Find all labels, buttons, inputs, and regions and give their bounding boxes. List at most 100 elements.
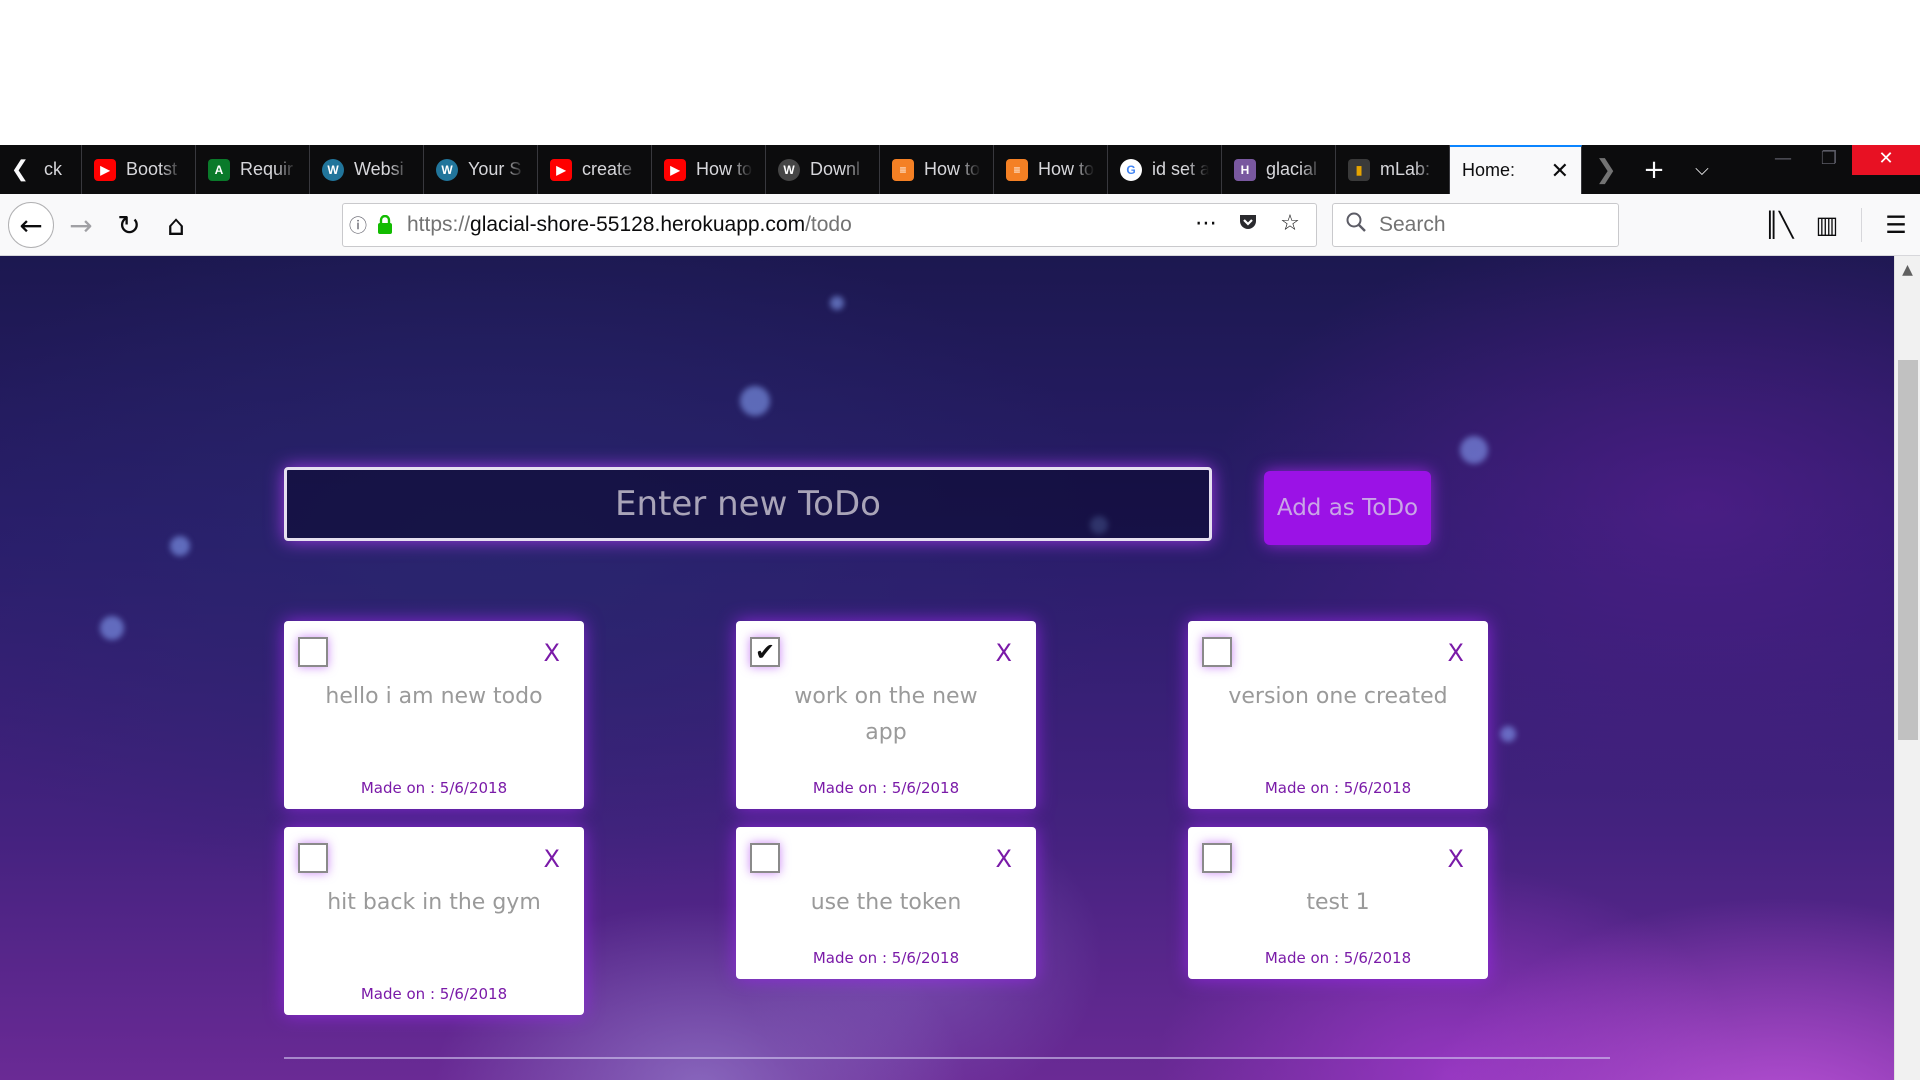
background-star xyxy=(1460,436,1488,464)
tab-9[interactable]: ≡ How to xyxy=(994,145,1108,194)
tab-3[interactable]: W Websi xyxy=(310,145,424,194)
todo-card: X test 1 Made on : 5/6/2018 xyxy=(1188,827,1488,979)
home-button[interactable]: ⌂ xyxy=(155,204,197,246)
tab-label: Websi xyxy=(354,159,404,179)
library-icon[interactable]: ║╲ xyxy=(1755,211,1803,239)
heroku-icon: H xyxy=(1234,158,1256,181)
tab-12[interactable]: ▮ mLab: xyxy=(1336,145,1450,194)
todo-checkbox[interactable]: ✔ xyxy=(750,637,780,667)
tab-label: Downl xyxy=(810,159,861,179)
delete-todo-button[interactable]: X xyxy=(996,845,1012,873)
tab-2[interactable]: A Requir xyxy=(196,145,310,194)
scroll-tabs-right-icon[interactable]: ❯ xyxy=(1582,155,1630,185)
tab-label: create xyxy=(582,159,633,179)
search-input[interactable]: Search xyxy=(1332,203,1619,247)
scroll-tabs-left-icon[interactable]: ❮ xyxy=(0,145,40,194)
forward-button[interactable]: → xyxy=(60,204,102,246)
back-button[interactable]: ← xyxy=(8,202,54,248)
lock-icon[interactable] xyxy=(373,214,397,236)
url-scheme: https:// xyxy=(407,213,471,236)
navigation-bar: ← → ↻ ⌂ ⓘ https://glacial-shore-55128.he… xyxy=(0,194,1920,256)
sidebar-icon[interactable]: ▥ xyxy=(1803,211,1851,239)
page-scrollbar[interactable]: ▲ xyxy=(1894,256,1920,1080)
todo-checkbox[interactable] xyxy=(298,843,328,873)
checkmark-icon: ✔ xyxy=(754,638,776,666)
todo-date: Made on : 5/6/2018 xyxy=(360,779,508,797)
tab-bar: ❮ ck ▶ Bootst A Requir W Websi W Your S ▶ cre… xyxy=(0,145,1920,194)
page-actions-icon[interactable]: ⋯ xyxy=(1190,211,1222,239)
youtube-icon: ▶ xyxy=(664,158,686,181)
new-todo-input[interactable]: Enter new ToDo xyxy=(284,467,1212,541)
todo-date: Made on : 5/6/2018 xyxy=(812,949,960,967)
stackoverflow-icon: ≡ xyxy=(1006,158,1028,181)
tab-label: How to xyxy=(1038,159,1095,179)
stackoverflow-icon: ≡ xyxy=(892,158,914,181)
reload-button[interactable]: ↻ xyxy=(108,204,150,246)
delete-todo-button[interactable]: X xyxy=(996,639,1012,667)
scroll-up-icon[interactable]: ▲ xyxy=(1895,256,1920,284)
tab-tools: ❯ + ⌵ xyxy=(1582,145,1726,194)
close-tab-icon[interactable]: ✕ xyxy=(1551,158,1569,184)
delete-todo-button[interactable]: X xyxy=(1448,845,1464,873)
url-path: /todo xyxy=(805,213,852,236)
todo-date: Made on : 5/6/2018 xyxy=(812,779,960,797)
tab-active[interactable]: Home: ✕ xyxy=(1450,145,1582,194)
wordpress-icon: W xyxy=(436,158,458,181)
tab-1[interactable]: ▶ Bootst xyxy=(82,145,196,194)
toolbar-right: ║╲ ▥ ☰ xyxy=(1755,194,1920,256)
delete-todo-button[interactable]: X xyxy=(544,639,560,667)
todo-text: test 1 xyxy=(1306,890,1370,915)
todo-text: use the token xyxy=(810,890,962,915)
divider xyxy=(284,1057,1610,1059)
todo-card: X version one created Made on : 5/6/2018 xyxy=(1188,621,1488,809)
tab-5[interactable]: ▶ create xyxy=(538,145,652,194)
pocket-icon[interactable] xyxy=(1232,211,1264,239)
tab-label: Your S xyxy=(468,159,522,179)
todo-card: X hello i am new todo Made on : 5/6/2018 xyxy=(284,621,584,809)
todo-checkbox[interactable] xyxy=(750,843,780,873)
delete-todo-button[interactable]: X xyxy=(1448,639,1464,667)
url-actions: ⋯ ☆ xyxy=(1190,211,1306,239)
todo-checkbox[interactable] xyxy=(1202,637,1232,667)
info-icon[interactable]: ⓘ xyxy=(343,212,373,238)
bookmark-star-icon[interactable]: ☆ xyxy=(1274,211,1306,239)
android-icon: A xyxy=(208,158,230,181)
tab-11[interactable]: Hglacial xyxy=(1222,145,1336,194)
url-host: glacial-shore-55128.herokuapp.com xyxy=(470,213,806,236)
wordpress-icon: W xyxy=(778,158,800,181)
todo-date: Made on : 5/6/2018 xyxy=(360,985,508,1003)
add-todo-button[interactable]: Add as ToDo xyxy=(1264,471,1431,545)
todo-date: Made on : 5/6/2018 xyxy=(1264,949,1412,967)
tab-8[interactable]: ≡ How to xyxy=(880,145,994,194)
todo-checkbox[interactable] xyxy=(1202,843,1232,873)
todo-card: ✔ X work on the new app Made on : 5/6/20… xyxy=(736,621,1036,809)
menu-icon[interactable]: ☰ xyxy=(1872,211,1920,239)
background-star xyxy=(740,386,770,416)
background-star xyxy=(830,296,844,310)
todo-text: hit back in the gym xyxy=(327,890,541,915)
youtube-icon: ▶ xyxy=(94,158,116,181)
restore-icon[interactable]: ❐ xyxy=(1806,145,1852,175)
url-text[interactable]: https://glacial-shore-55128.herokuapp.co… xyxy=(407,213,1190,237)
tab-label: How to xyxy=(924,159,981,179)
tab-label: Requir xyxy=(240,159,294,179)
tab-label: How to xyxy=(696,159,753,179)
close-window-icon[interactable]: ✕ xyxy=(1852,145,1920,175)
tab-label: ck xyxy=(44,159,62,179)
todo-checkbox[interactable] xyxy=(298,637,328,667)
new-tab-icon[interactable]: + xyxy=(1630,155,1678,185)
youtube-icon: ▶ xyxy=(550,158,572,181)
tab-label: id set a xyxy=(1152,159,1209,179)
list-all-tabs-icon[interactable]: ⌵ xyxy=(1678,159,1726,180)
todo-card: X use the token Made on : 5/6/2018 xyxy=(736,827,1036,979)
minimize-icon[interactable]: — xyxy=(1760,145,1806,175)
scrollbar-thumb[interactable] xyxy=(1898,360,1918,740)
window-controls: — ❐ ✕ xyxy=(1760,145,1920,194)
delete-todo-button[interactable]: X xyxy=(544,845,560,873)
tab-6[interactable]: ▶ How to xyxy=(652,145,766,194)
tab-7[interactable]: W Downl xyxy=(766,145,880,194)
tab-0[interactable]: ck xyxy=(40,145,82,194)
tab-10[interactable]: Gid set a xyxy=(1108,145,1222,194)
tab-4[interactable]: W Your S xyxy=(424,145,538,194)
url-bar[interactable]: ⓘ https://glacial-shore-55128.herokuapp.… xyxy=(342,203,1317,247)
